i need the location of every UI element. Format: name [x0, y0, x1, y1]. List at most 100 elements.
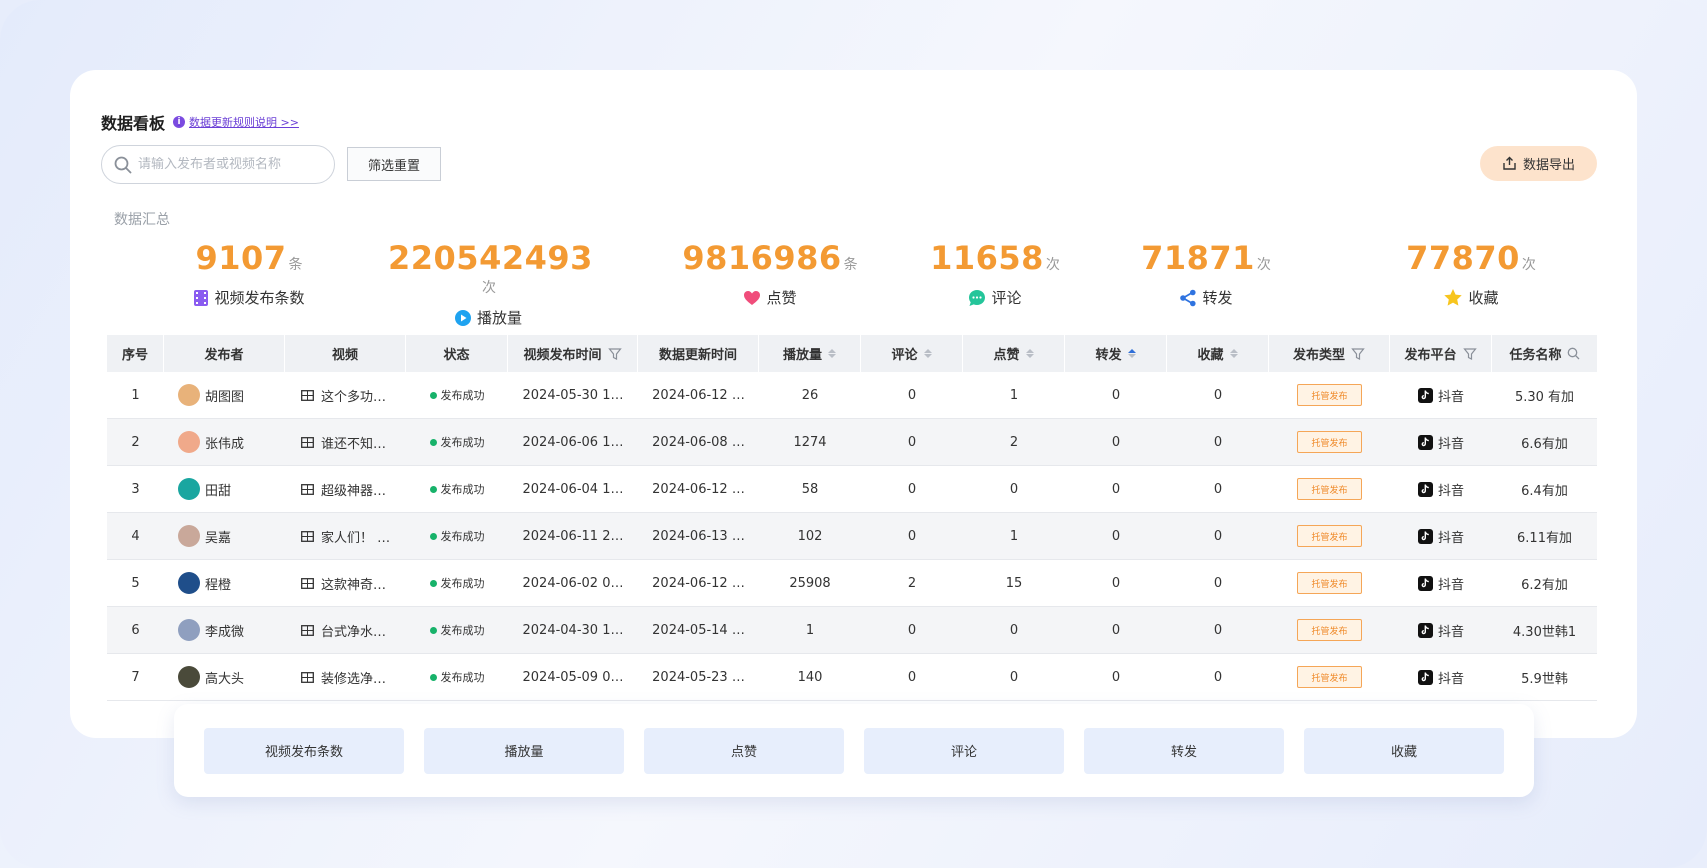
metric-plays-button[interactable]: 播放量 — [424, 727, 624, 774]
table-row[interactable]: 2 张伟成 谁还不知… 发布成功 2024-06-06 1… 2024-06-08 … 12… — [107, 419, 1597, 466]
publish-type-badge: 托管发布 — [1297, 478, 1362, 500]
metric-likes-button[interactable]: 点赞 — [644, 727, 844, 774]
video-title: 谁还不知… — [321, 436, 387, 452]
cell-status: 发布成功 — [406, 372, 508, 418]
rule-explanation-link[interactable]: i 数据更新规则说明 >> — [173, 114, 299, 130]
cell-publisher: 吴嘉 — [164, 513, 285, 559]
filter-icon[interactable] — [1462, 347, 1477, 361]
status-text: 发布成功 — [440, 624, 485, 637]
publisher-name: 程橙 — [205, 577, 232, 593]
metric-shares-button[interactable]: 转发 — [1084, 727, 1284, 774]
cell-publish-type: 托管发布 — [1269, 654, 1390, 700]
cell-video[interactable]: 超级神器… — [285, 466, 406, 512]
cell-video[interactable]: 这款神奇… — [285, 560, 406, 606]
cell-favorites: 0 — [1213, 387, 1223, 403]
cell-shares: 0 — [1111, 387, 1121, 403]
col-likes[interactable]: 点赞 — [963, 335, 1065, 372]
metric-favorites-button[interactable]: 收藏 — [1304, 727, 1504, 774]
cell-update-time: 2024-05-23 … — [652, 669, 745, 685]
sort-icon[interactable] — [828, 349, 836, 358]
status-dot-icon — [429, 626, 437, 634]
filter-icon[interactable] — [1351, 347, 1365, 361]
col-plays[interactable]: 播放量 — [759, 335, 861, 372]
sort-icon-active[interactable] — [1127, 349, 1136, 358]
table-row[interactable]: 7 高大头 装修选净… 发布成功 2024-05-09 0… 2024-05-23 … 14… — [107, 654, 1597, 701]
avatar — [178, 572, 200, 594]
platform-name: 抖音 — [1437, 530, 1464, 546]
col-publish-type[interactable]: 发布类型 — [1269, 335, 1390, 372]
status-text: 发布成功 — [440, 530, 485, 543]
status-text: 发布成功 — [440, 436, 485, 449]
cell-publish-type: 托管发布 — [1269, 560, 1390, 606]
stat-label: 评论 — [991, 289, 1022, 307]
search-field[interactable] — [101, 145, 335, 184]
filter-reset-button[interactable]: 筛选重置 — [347, 147, 441, 181]
cell-task: 6.4有加 — [1521, 483, 1568, 499]
cell-platform: 抖音 — [1390, 513, 1492, 559]
col-platform[interactable]: 发布平台 — [1390, 335, 1492, 372]
publisher-name: 胡图图 — [205, 389, 245, 405]
cell-publish-time: 2024-06-11 2… — [522, 528, 624, 544]
cell-publish-time: 2024-06-02 0… — [522, 575, 624, 591]
col-publish-time[interactable]: 视频发布时间 — [508, 335, 638, 372]
douyin-icon — [1417, 481, 1433, 497]
cell-platform: 抖音 — [1390, 419, 1492, 465]
cell-publisher: 张伟成 — [164, 419, 285, 465]
video-title: 这款神奇… — [321, 577, 387, 593]
col-platform-label: 发布平台 — [1404, 348, 1457, 363]
video-icon — [301, 624, 314, 636]
stat-shares: 71871 次 转发 — [1141, 239, 1271, 308]
cell-favorites: 0 — [1213, 434, 1223, 450]
metric-video-count-button[interactable]: 视频发布条数 — [204, 727, 404, 774]
search-input[interactable] — [138, 157, 318, 172]
video-icon — [301, 436, 314, 448]
cell-update-time: 2024-06-13 … — [652, 528, 745, 544]
publisher-name: 吴嘉 — [205, 530, 232, 546]
cell-video[interactable]: 家人们！ … — [285, 513, 406, 559]
comment-icon — [969, 289, 986, 306]
douyin-icon — [1417, 622, 1433, 638]
col-shares[interactable]: 转发 — [1065, 335, 1167, 372]
filter-icon[interactable] — [607, 347, 622, 361]
cell-publisher: 高大头 — [164, 654, 285, 700]
table-row[interactable]: 4 吴嘉 家人们！ … 发布成功 2024-06-11 2… 2024-06-13 … 10… — [107, 513, 1597, 560]
cell-video[interactable]: 这个多功… — [285, 372, 406, 418]
sort-icon[interactable] — [923, 349, 932, 358]
cell-publish-time: 2024-06-06 1… — [522, 434, 624, 450]
table-row[interactable]: 6 李成微 台式净水… 发布成功 2024-04-30 1… 2024-05-14 … 1 0… — [107, 607, 1597, 654]
table-row[interactable]: 3 田甜 超级神器… 发布成功 2024-06-04 1… 2024-06-12 … 58 0… — [107, 466, 1597, 513]
video-title: 这个多功… — [321, 389, 387, 405]
metric-comments-button[interactable]: 评论 — [864, 727, 1064, 774]
stat-unit: 次 — [1045, 257, 1060, 273]
export-button[interactable]: 数据导出 — [1480, 146, 1597, 181]
video-title: 装修选净… — [321, 671, 387, 687]
data-table: 序号 发布者 视频 状态 视频发布时间 数据更新时间 播放量 评论 点赞 转发 … — [107, 335, 1597, 701]
heart-icon — [744, 290, 761, 305]
cell-publish-time: 2024-05-30 1… — [522, 387, 624, 403]
export-label: 数据导出 — [1522, 158, 1575, 173]
douyin-icon — [1417, 575, 1433, 591]
sort-icon[interactable] — [1229, 349, 1238, 358]
table-header: 序号 发布者 视频 状态 视频发布时间 数据更新时间 播放量 评论 点赞 转发 … — [107, 335, 1597, 372]
col-comments[interactable]: 评论 — [861, 335, 963, 372]
platform-name: 抖音 — [1437, 483, 1464, 499]
cell-task: 5.30 有加 — [1514, 389, 1575, 405]
douyin-icon — [1417, 528, 1433, 544]
col-task[interactable]: 任务名称 — [1492, 335, 1597, 372]
stat-unit: 次 — [1521, 257, 1536, 273]
cell-video[interactable]: 装修选净… — [285, 654, 406, 700]
avatar — [178, 478, 200, 500]
video-title: 台式净水… — [321, 624, 387, 640]
sort-icon[interactable] — [1025, 349, 1034, 358]
cell-video[interactable]: 台式净水… — [285, 607, 406, 653]
export-icon — [1503, 156, 1516, 170]
table-row[interactable]: 1 胡图图 这个多功… 发布成功 2024-05-30 1… 2024-06-12 … 26… — [107, 372, 1597, 419]
cell-comments: 0 — [907, 528, 917, 544]
col-favorites[interactable]: 收藏 — [1167, 335, 1269, 372]
cell-video[interactable]: 谁还不知… — [285, 419, 406, 465]
status-dot-icon — [429, 391, 437, 399]
table-row[interactable]: 5 程橙 这款神奇… 发布成功 2024-06-02 0… 2024-06-12 … 259… — [107, 560, 1597, 607]
cell-update-time: 2024-06-08 … — [652, 434, 745, 450]
search-icon[interactable] — [1567, 347, 1580, 360]
play-icon — [454, 309, 471, 326]
